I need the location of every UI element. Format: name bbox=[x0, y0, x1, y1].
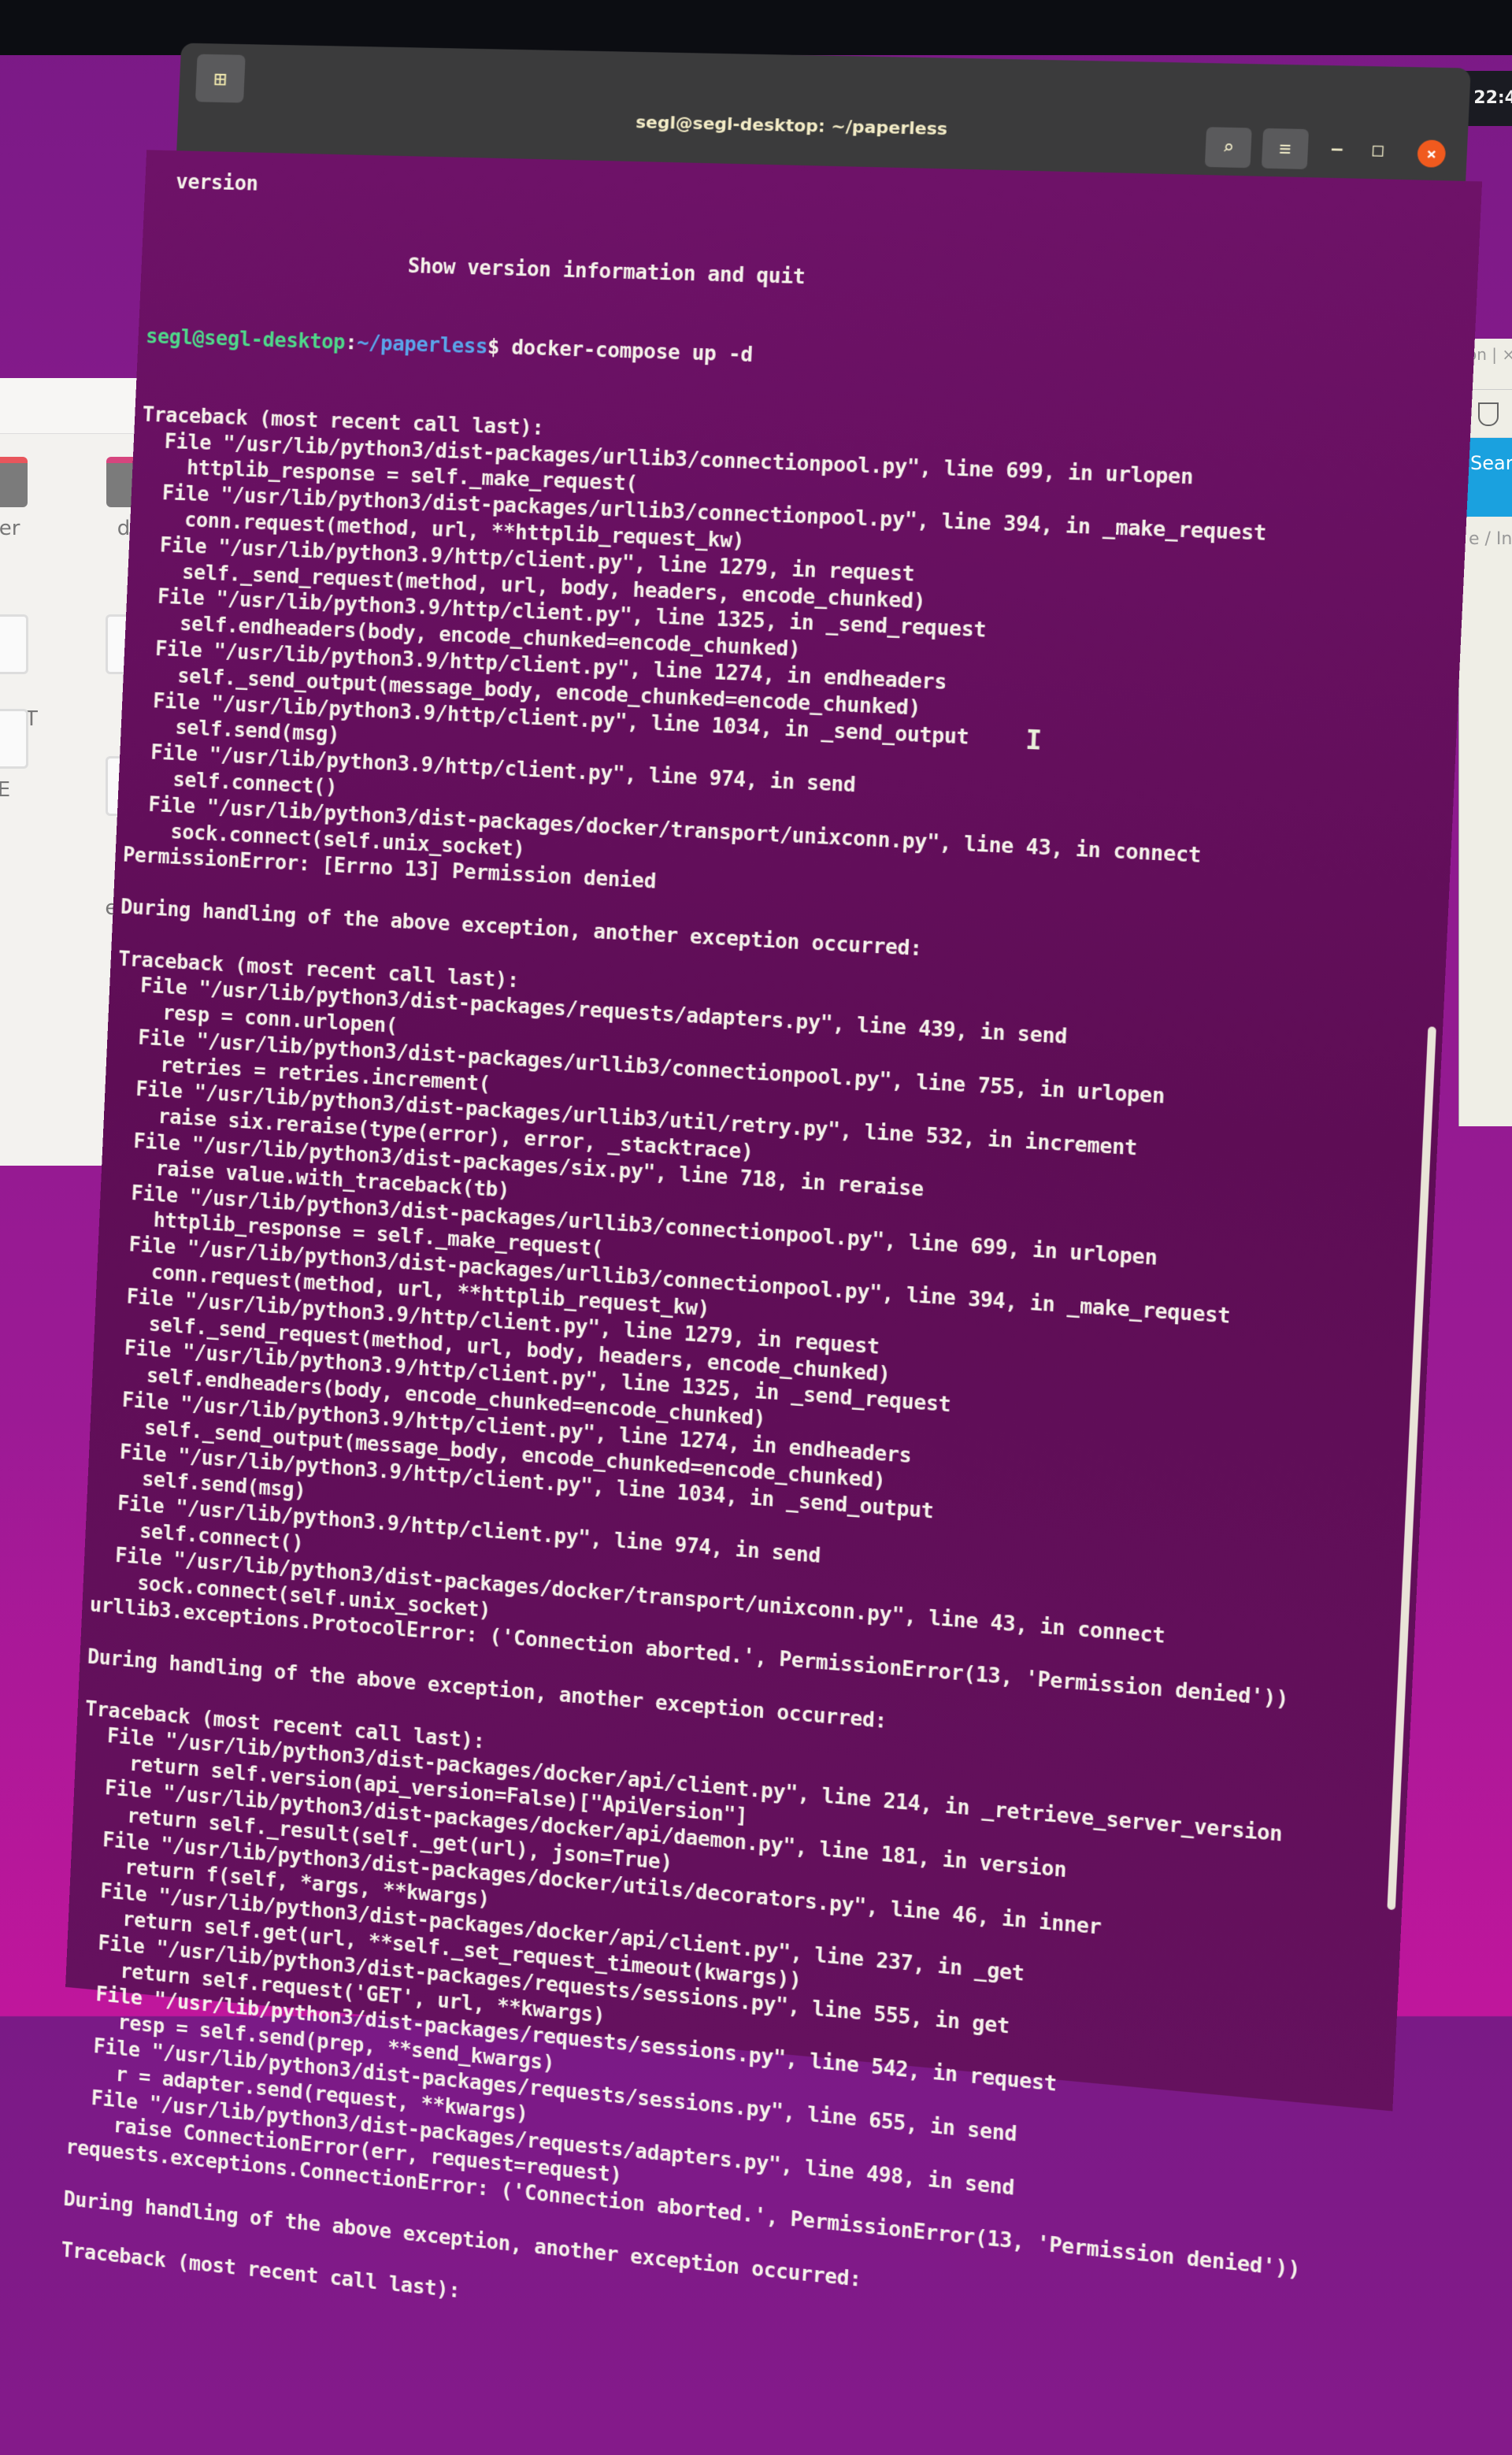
prompt-symbol: $ bbox=[487, 335, 500, 360]
hamburger-menu-icon: ≡ bbox=[1278, 137, 1292, 161]
menu-button[interactable]: ≡ bbox=[1261, 128, 1310, 169]
terminal-line: version bbox=[152, 169, 259, 196]
breadcrumb: e / In bbox=[1469, 529, 1512, 549]
prompt-path: ~/paperless bbox=[356, 331, 488, 359]
file-manager-header bbox=[0, 378, 142, 434]
file-item[interactable]: E bbox=[0, 709, 39, 802]
file-item-label: ker bbox=[0, 517, 20, 540]
window-title: segl@segl-desktop: ~/paperless bbox=[635, 113, 948, 140]
minimize-button[interactable]: – bbox=[1331, 139, 1343, 160]
terminal-output: version Show version information and qui… bbox=[58, 117, 1476, 2454]
search-button[interactable]: ⌕ bbox=[1204, 127, 1252, 169]
shield-icon bbox=[1478, 402, 1499, 426]
text-cursor-icon: I bbox=[1025, 724, 1043, 757]
new-tab-icon: ⊞ bbox=[213, 65, 228, 91]
prompt-line: segl@segl-desktop:~/paperless$ docker-co… bbox=[145, 324, 1465, 391]
prompt-user-host: segl@segl-desktop bbox=[145, 324, 346, 355]
terminal-window: version Show version information and qui… bbox=[61, 35, 1483, 2303]
terminal-line: Show version information and quit bbox=[148, 247, 806, 290]
maximize-button[interactable]: □ bbox=[1372, 140, 1384, 161]
terminal-body[interactable]: version Show version information and qui… bbox=[61, 150, 1483, 2303]
new-tab-button[interactable]: ⊞ bbox=[195, 54, 246, 103]
folder-icon bbox=[0, 457, 28, 507]
file-item-label: E bbox=[0, 778, 11, 802]
close-button[interactable]: × bbox=[1417, 139, 1447, 168]
document-icon bbox=[0, 709, 28, 769]
search-icon: ⌕ bbox=[1221, 135, 1235, 159]
document-icon bbox=[0, 614, 28, 674]
traceback-output: Traceback (most recent call last): File … bbox=[61, 402, 1462, 2400]
prompt-command: docker-compose up -d bbox=[498, 335, 754, 368]
prompt-separator: : bbox=[344, 330, 358, 355]
file-item[interactable]: ker bbox=[0, 457, 39, 540]
